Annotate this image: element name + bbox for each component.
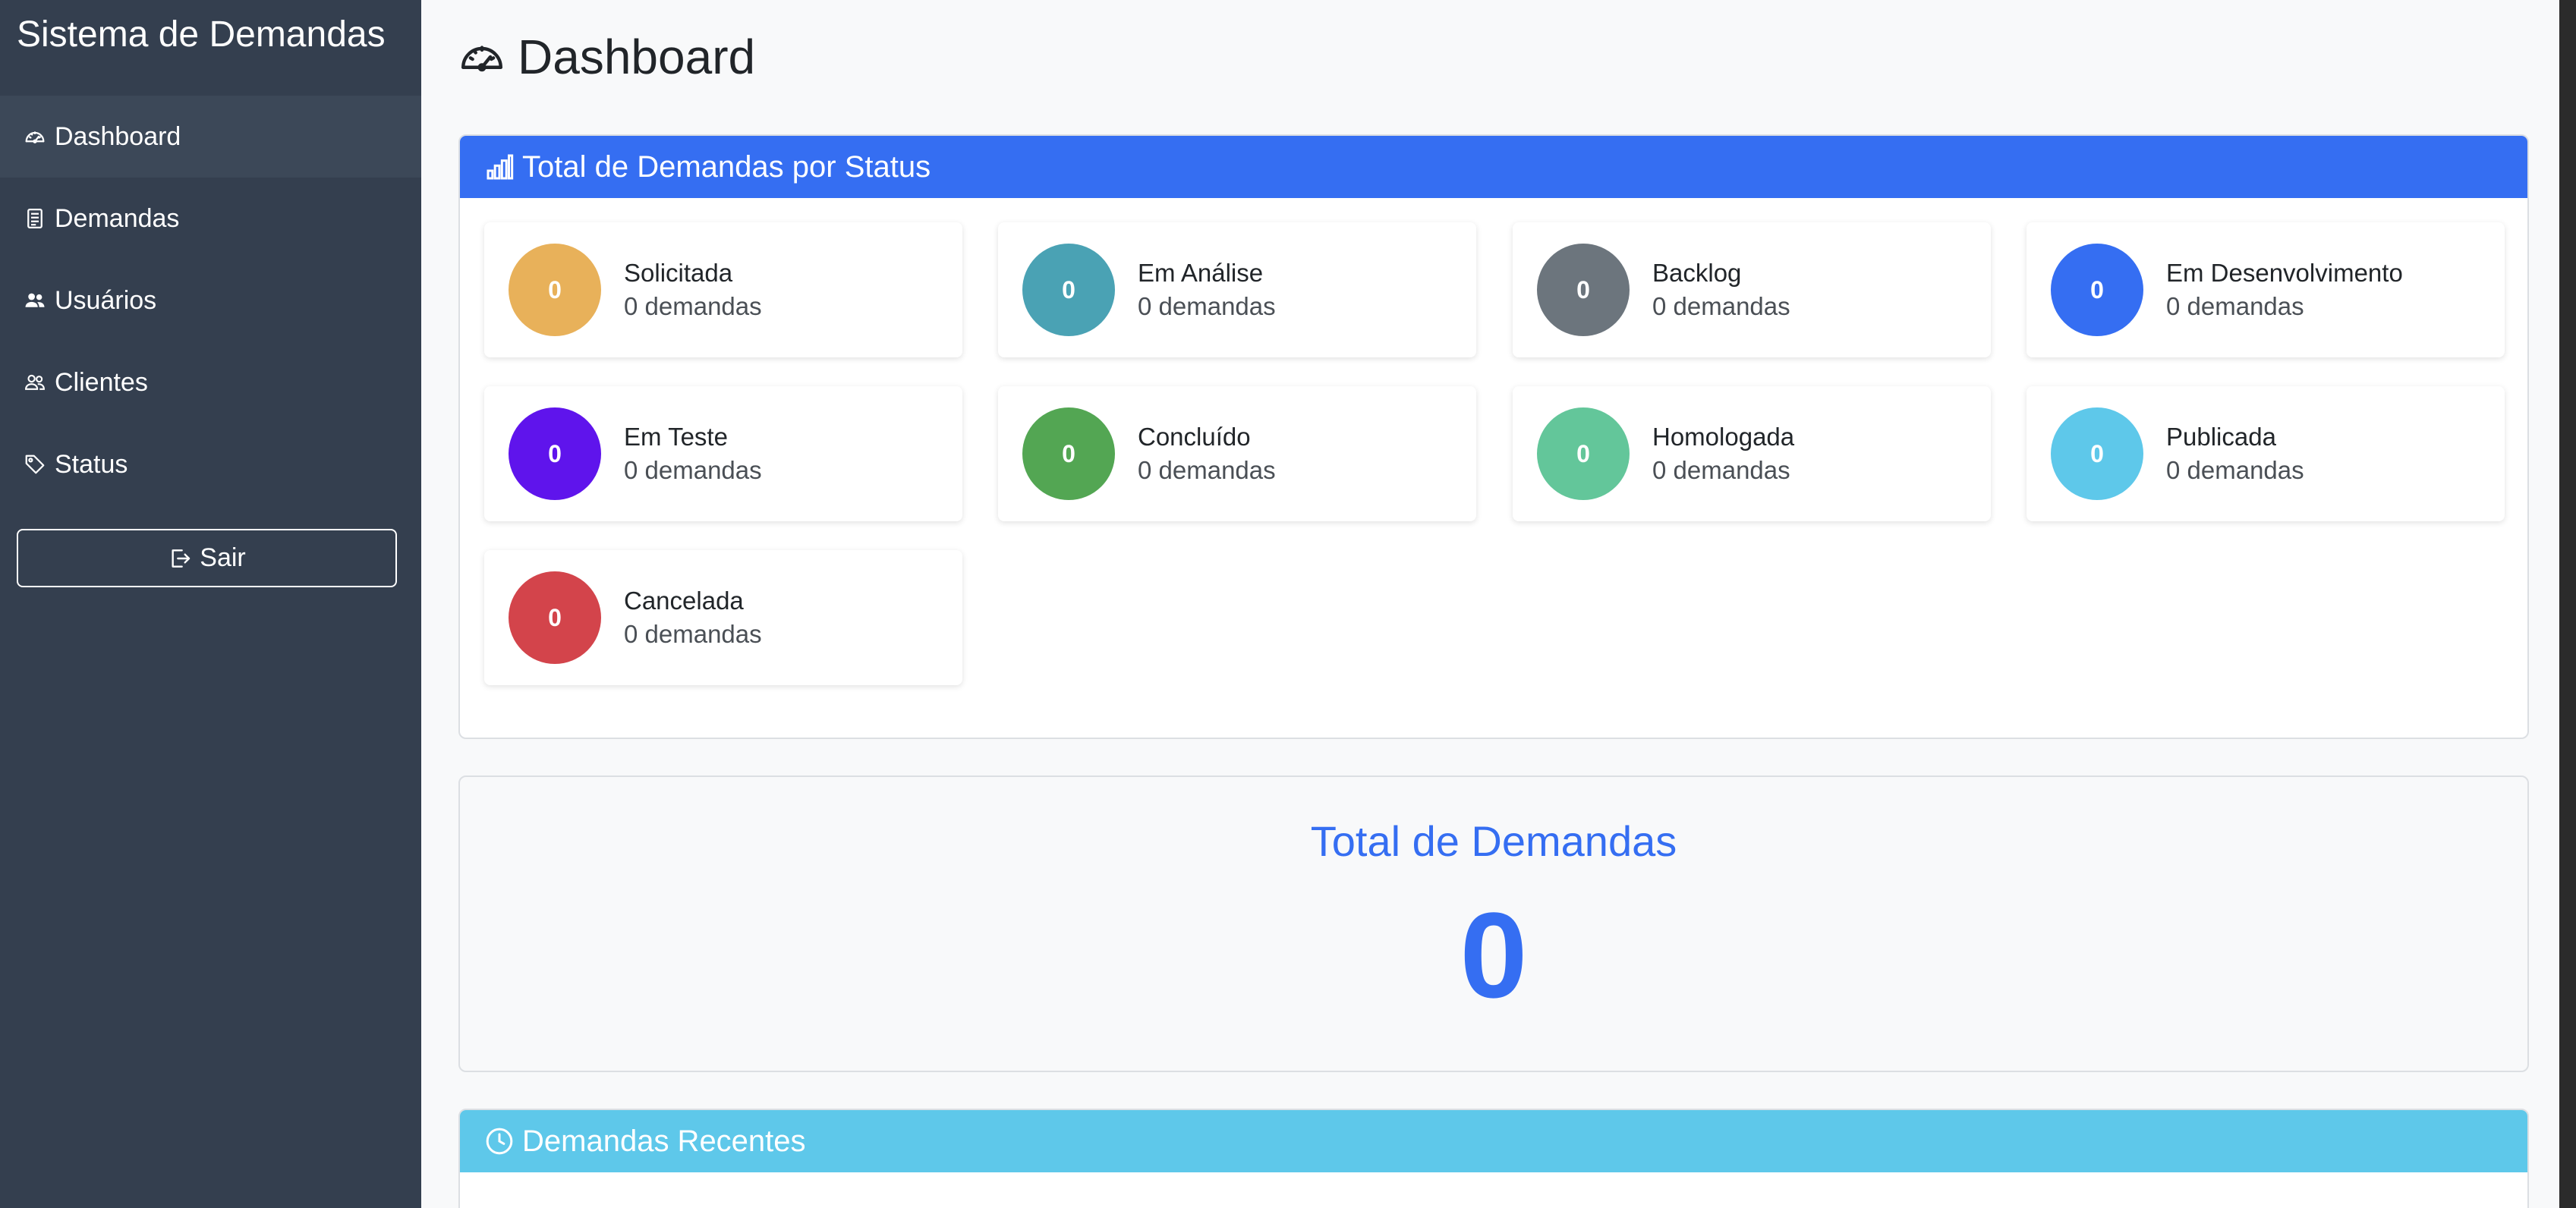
status-count-text: 0 demandas bbox=[624, 292, 762, 320]
recent-panel-header: Demandas Recentes bbox=[460, 1110, 2527, 1172]
status-tile-solicitada[interactable]: 0 Solicitada 0 demandas bbox=[484, 222, 962, 357]
sidebar-item-label: Clientes bbox=[55, 367, 148, 397]
status-tile-homologada[interactable]: 0 Homologada 0 demandas bbox=[1513, 386, 1991, 521]
bar-chart-icon bbox=[487, 154, 514, 180]
status-name: Publicada bbox=[2166, 423, 2276, 451]
app-title: Sistema de Demandas bbox=[17, 14, 386, 55]
status-count-badge: 0 bbox=[509, 571, 601, 664]
speedometer-icon bbox=[461, 46, 502, 72]
status-count-text: 0 demandas bbox=[2166, 292, 2304, 320]
page-title-text: Dashboard bbox=[518, 30, 756, 84]
sidebar-item-label: Dashboard bbox=[55, 121, 181, 151]
sidebar-item-label: Demandas bbox=[55, 203, 180, 233]
status-name: Em Análise bbox=[1138, 259, 1264, 287]
sidebar-item-usuarios[interactable]: Usuários bbox=[0, 260, 421, 341]
status-count-badge: 0 bbox=[2051, 407, 2143, 500]
sidebar-item-dashboard[interactable]: Dashboard bbox=[0, 96, 421, 178]
sidebar: Sistema de Demandas Dashboard Demandas U… bbox=[0, 0, 421, 1208]
status-tile-em-analise[interactable]: 0 Em Análise 0 demandas bbox=[998, 222, 1476, 357]
document-icon bbox=[21, 205, 49, 232]
status-count-text: 0 demandas bbox=[624, 456, 762, 484]
recent-panel-title: Demandas Recentes bbox=[522, 1124, 806, 1158]
recent-panel: Demandas Recentes bbox=[458, 1109, 2529, 1208]
status-tile-concluido[interactable]: 0 Concluído 0 demandas bbox=[998, 386, 1476, 521]
status-count-text: 0 demandas bbox=[2166, 456, 2304, 484]
status-tile-publicada[interactable]: 0 Publicada 0 demandas bbox=[2026, 386, 2505, 521]
status-name: Concluído bbox=[1138, 423, 1251, 451]
status-tile-backlog[interactable]: 0 Backlog 0 demandas bbox=[1513, 222, 1991, 357]
window-edge bbox=[2559, 0, 2576, 1208]
status-count-text: 0 demandas bbox=[624, 620, 762, 648]
status-count-text: 0 demandas bbox=[1138, 292, 1276, 320]
page-title: Dashboard bbox=[457, 29, 755, 85]
tag-icon bbox=[21, 451, 49, 478]
speedometer-icon bbox=[21, 123, 49, 150]
sidebar-item-label: Status bbox=[55, 449, 128, 479]
status-name: Em Teste bbox=[624, 423, 728, 451]
status-count-badge: 0 bbox=[2051, 244, 2143, 336]
status-count-badge: 0 bbox=[509, 244, 601, 336]
status-count-badge: 0 bbox=[1537, 244, 1630, 336]
sidebar-item-demandas[interactable]: Demandas bbox=[0, 178, 421, 260]
people-icon bbox=[21, 369, 49, 396]
total-title: Total de Demandas bbox=[1310, 817, 1677, 865]
status-tile-cancelada[interactable]: 0 Cancelada 0 demandas bbox=[484, 550, 962, 685]
logout-icon bbox=[172, 549, 191, 568]
status-name: Cancelada bbox=[624, 587, 744, 615]
total-value: 0 bbox=[1460, 887, 1528, 1023]
status-name: Backlog bbox=[1652, 259, 1742, 287]
sidebar-item-status[interactable]: Status bbox=[0, 423, 421, 505]
status-panel-header: Total de Demandas por Status bbox=[460, 136, 2527, 198]
sidebar-item-clientes[interactable]: Clientes bbox=[0, 341, 421, 423]
logout-button[interactable]: Sair bbox=[17, 529, 397, 587]
logout-label: Sair bbox=[200, 543, 246, 572]
clock-icon bbox=[486, 1128, 513, 1155]
status-name: Em Desenvolvimento bbox=[2166, 259, 2403, 287]
status-count-badge: 0 bbox=[1537, 407, 1630, 500]
status-name: Homologada bbox=[1652, 423, 1795, 451]
status-tile-em-desenvolvimento[interactable]: 0 Em Desenvolvimento 0 demandas bbox=[2026, 222, 2505, 357]
status-count-badge: 0 bbox=[509, 407, 601, 500]
total-panel: Total de Demandas 0 bbox=[458, 775, 2529, 1072]
status-name: Solicitada bbox=[624, 259, 733, 287]
sidebar-item-label: Usuários bbox=[55, 285, 157, 315]
status-panel: Total de Demandas por Status 0 Solicitad… bbox=[458, 134, 2529, 739]
status-panel-title: Total de Demandas por Status bbox=[522, 149, 931, 184]
status-count-text: 0 demandas bbox=[1652, 292, 1790, 320]
status-count-badge: 0 bbox=[1022, 407, 1115, 500]
users-icon bbox=[21, 287, 49, 314]
status-count-text: 0 demandas bbox=[1138, 456, 1276, 484]
status-count-badge: 0 bbox=[1022, 244, 1115, 336]
status-count-text: 0 demandas bbox=[1652, 456, 1790, 484]
status-tile-em-teste[interactable]: 0 Em Teste 0 demandas bbox=[484, 386, 962, 521]
